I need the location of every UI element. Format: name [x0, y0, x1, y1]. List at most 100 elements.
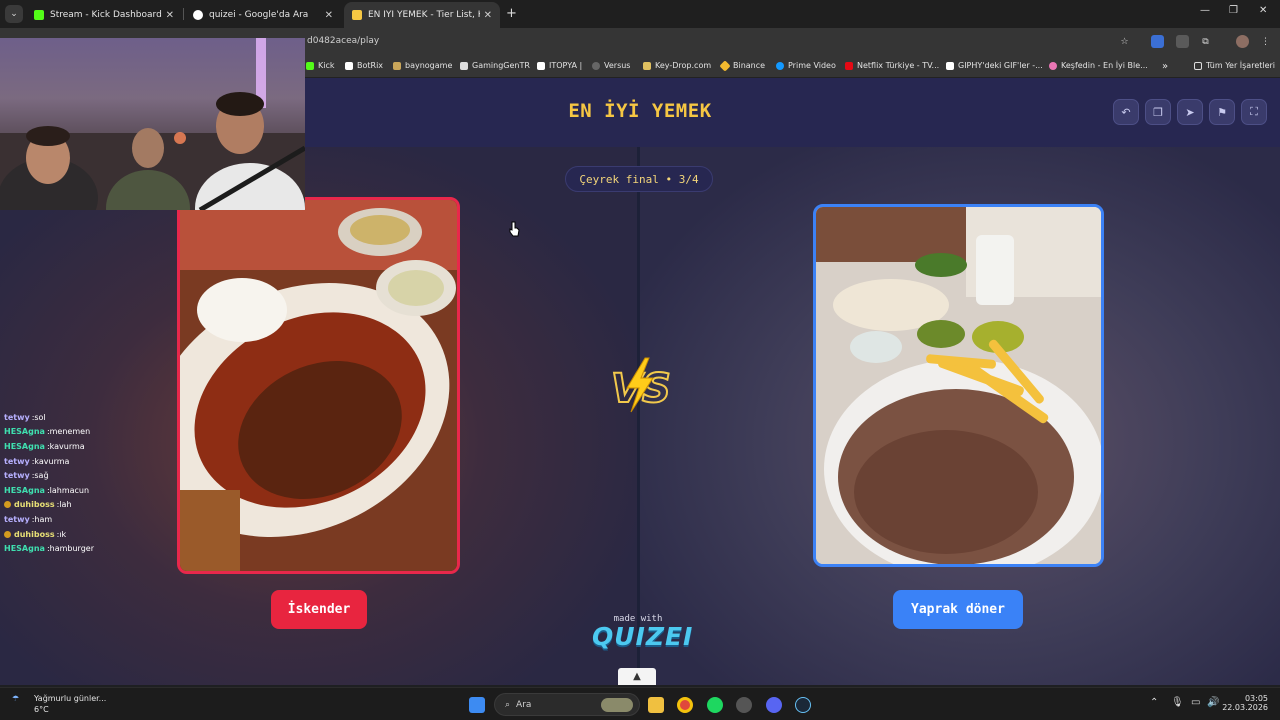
bookmark-label: Key-Drop.com: [655, 61, 712, 70]
bookmark-giphy[interactable]: GIPHY'deki GIF'ler -...: [946, 61, 1043, 70]
stream-chat-overlay: tetwy: sol HESAgna: menemen HESAgna: kav…: [4, 410, 154, 556]
bookmark-netflix[interactable]: Netflix Türkiye - TV...: [845, 61, 939, 70]
close-icon[interactable]: ✕: [484, 10, 492, 21]
chat-username: duhiboss: [14, 529, 55, 539]
quizei-logo[interactable]: QUIZEI: [592, 622, 692, 651]
webcam-overlay: [0, 38, 305, 210]
undo-icon[interactable]: ↶: [1113, 99, 1139, 125]
bookmark-gaminggentr[interactable]: GamingGenTR: [460, 61, 530, 70]
chat-message: HESAgna: menemen: [4, 425, 154, 440]
steam-icon[interactable]: [795, 697, 811, 713]
tab-google-search[interactable]: quizei - Google'da Ara ✕: [185, 2, 341, 28]
bookmark-star-icon[interactable]: ☆: [1118, 35, 1131, 48]
fullscreen-icon[interactable]: ⛶: [1241, 99, 1267, 125]
chat-username: tetwy: [4, 471, 30, 481]
chat-badge-icon: [4, 530, 11, 538]
chat-message: tetwy: sol: [4, 410, 154, 425]
chat-username: duhiboss: [14, 500, 55, 510]
menu-kebab-icon[interactable]: ⋮: [1259, 35, 1272, 48]
clock-time: 03:05: [1244, 694, 1268, 703]
bookmark-blender[interactable]: Keşfedin - En İyi Ble...: [1049, 61, 1148, 70]
baynogame-icon: [393, 61, 401, 70]
browser-tab-strip: ⌄ Stream - Kick Dashboard ✕ quizei - Goo…: [0, 0, 1280, 28]
bookmark-binance[interactable]: Binance: [719, 59, 766, 72]
option-left-button[interactable]: İskender: [271, 590, 367, 629]
bookmark-itopya[interactable]: ITOPYA |: [537, 61, 582, 70]
chevron-up-icon[interactable]: ▲: [618, 668, 656, 685]
option-right-button[interactable]: Yaprak döner: [893, 590, 1023, 629]
tab-kick-dashboard[interactable]: Stream - Kick Dashboard ✕: [26, 2, 182, 28]
extensions-puzzle-icon[interactable]: ⧉: [1199, 35, 1212, 48]
chat-text: kavurma: [49, 441, 85, 451]
chat-text: ık: [59, 529, 67, 539]
bookmark-baynogame[interactable]: baynogame: [393, 61, 452, 70]
chat-message: tetwy: kavurma: [4, 454, 154, 469]
weather-text: Yağmurlu günler...: [34, 694, 107, 703]
temperature: 6°C: [34, 705, 49, 714]
giphy-icon: [946, 61, 954, 70]
copy-icon[interactable]: ❐: [1145, 99, 1171, 125]
tab-search-button[interactable]: ⌄: [5, 5, 23, 23]
bookmark-botrix[interactable]: BotRix: [345, 61, 383, 70]
versus-icon: [592, 61, 600, 70]
chrome-icon[interactable]: [677, 697, 693, 713]
bookmark-versus[interactable]: Versus: [592, 61, 630, 70]
close-window-button[interactable]: ✕: [1259, 5, 1267, 16]
bookmark-label: Keşfedin - En İyi Ble...: [1061, 61, 1148, 70]
system-clock[interactable]: 03:05 22.03.2026: [1222, 694, 1268, 712]
all-bookmarks-folder[interactable]: Tüm Yer İşaretleri: [1194, 61, 1275, 70]
tab-title: EN İYİ YEMEK - Tier List, Kör Sı: [368, 10, 480, 20]
bookmark-keydrop[interactable]: Key-Drop.com: [643, 61, 711, 70]
chat-badge-icon: [4, 501, 11, 509]
clock-date: 22.03.2026: [1222, 703, 1268, 712]
option-image-left[interactable]: [177, 197, 460, 574]
iskender-photo: [180, 200, 457, 571]
new-tab-button[interactable]: +: [506, 6, 517, 21]
share-icon[interactable]: ➤: [1177, 99, 1203, 125]
volume-icon[interactable]: 🔊: [1207, 697, 1219, 708]
file-explorer-icon[interactable]: [648, 697, 664, 713]
chat-message: tetwy: sağ: [4, 468, 154, 483]
bookmark-label: GIPHY'deki GIF'ler -...: [958, 61, 1043, 70]
search-highlight-icon: [601, 698, 633, 712]
chat-username: tetwy: [4, 412, 30, 422]
bookmark-kick[interactable]: Kick: [306, 61, 335, 70]
chat-text: lahmacun: [49, 485, 90, 495]
microphone-icon[interactable]: 🎙: [1171, 697, 1184, 708]
windows-taskbar: ☂ Yağmurlu günler... 6°C ⌕ Ara ⌃ 🎙 ▭ 🔊 0…: [0, 687, 1280, 720]
bookmark-label: Netflix Türkiye - TV...: [857, 61, 940, 70]
translate-icon[interactable]: [1151, 35, 1164, 48]
more-bookmarks-button[interactable]: »: [1162, 61, 1168, 72]
extension-icon[interactable]: [1176, 35, 1189, 48]
address-bar-url[interactable]: d0482acea/play: [307, 36, 379, 46]
windows-start-icon[interactable]: [469, 697, 485, 713]
chat-message: tetwy: ham: [4, 512, 154, 527]
flag-icon[interactable]: ⚑: [1209, 99, 1235, 125]
chat-username: tetwy: [4, 514, 30, 524]
close-icon[interactable]: ✕: [325, 10, 333, 21]
network-icon[interactable]: ▭: [1191, 697, 1200, 708]
option-image-right[interactable]: [813, 204, 1104, 567]
bookmark-prime-video[interactable]: Prime Video: [776, 61, 836, 70]
botrix-icon: [345, 61, 353, 70]
chat-text: ham: [34, 514, 53, 524]
taskbar-search[interactable]: ⌕ Ara: [494, 693, 640, 716]
bookmark-label: Binance: [733, 61, 766, 70]
tab-title: Stream - Kick Dashboard: [50, 10, 162, 20]
blender-icon: [1049, 61, 1057, 70]
spotify-icon[interactable]: [707, 697, 723, 713]
weather-widget[interactable]: ☂ Yağmurlu günler... 6°C: [12, 694, 106, 714]
discord-icon[interactable]: [766, 697, 782, 713]
profile-avatar[interactable]: [1236, 35, 1249, 48]
streamer-webcam-feed: [0, 38, 305, 210]
tab-quiz-active[interactable]: EN İYİ YEMEK - Tier List, Kör Sı ✕: [344, 2, 500, 28]
close-icon[interactable]: ✕: [166, 10, 174, 21]
chevron-up-icon[interactable]: ⌃: [1150, 697, 1158, 708]
chat-text: sağ: [34, 471, 49, 481]
itopya-icon: [537, 61, 545, 70]
maximize-button[interactable]: ❐: [1229, 5, 1238, 16]
bookmark-label: Tüm Yer İşaretleri: [1206, 61, 1276, 70]
app-icon[interactable]: [736, 697, 752, 713]
chat-message: duhiboss: ık: [4, 527, 154, 542]
minimize-button[interactable]: —: [1200, 5, 1210, 16]
